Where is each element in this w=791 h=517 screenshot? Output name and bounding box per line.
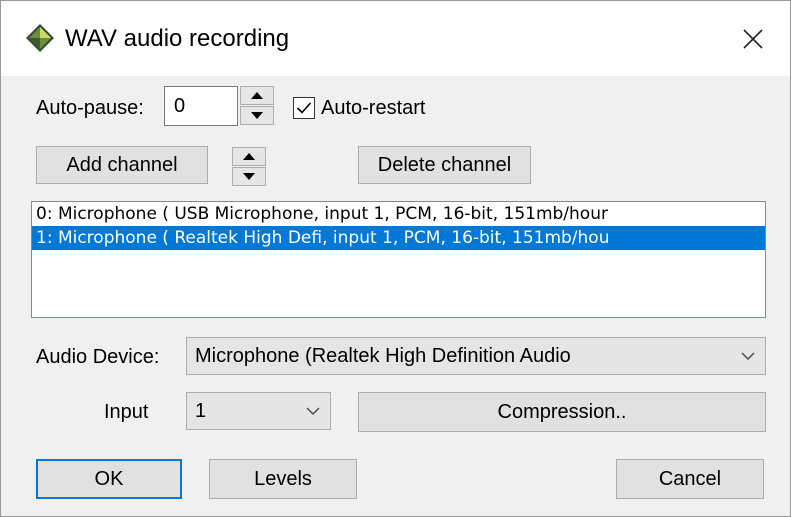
list-item-selected[interactable]: 1: Microphone ( Realtek High Defi, input… [32, 226, 765, 250]
cancel-button[interactable]: Cancel [616, 459, 764, 499]
arrow-down-icon [243, 173, 255, 180]
auto-restart-label: Auto-restart [321, 97, 426, 119]
auto-pause-spinner[interactable] [240, 86, 274, 125]
auto-pause-up-button[interactable] [240, 86, 274, 105]
title-bar: WAV audio recording [1, 1, 790, 76]
input-dropdown[interactable]: 1 [186, 392, 331, 430]
app-diamond-icon [26, 24, 54, 52]
window-title: WAV audio recording [65, 25, 290, 52]
audio-device-value: Microphone (Realtek High Definition Audi… [195, 345, 571, 367]
channel-list[interactable]: 0: Microphone ( USB Microphone, input 1,… [31, 201, 766, 318]
auto-pause-label: Auto-pause: [36, 97, 144, 119]
input-label: Input [104, 401, 149, 423]
checkmark-icon [296, 102, 312, 114]
compression-button[interactable]: Compression.. [358, 392, 766, 432]
chevron-down-icon [741, 352, 755, 360]
channel-order-spinner[interactable] [232, 147, 266, 186]
ok-button[interactable]: OK [36, 459, 182, 499]
list-item[interactable]: 0: Microphone ( USB Microphone, input 1,… [32, 202, 765, 226]
dialog-window: WAV audio recording Auto-pause: 0 Auto-r… [0, 0, 791, 517]
chevron-down-icon [306, 407, 320, 415]
close-icon [743, 29, 763, 49]
channel-move-down-button[interactable] [232, 167, 266, 186]
delete-channel-button[interactable]: Delete channel [358, 146, 531, 184]
channel-move-up-button[interactable] [232, 147, 266, 166]
auto-restart-checkbox[interactable] [293, 97, 315, 119]
auto-pause-down-button[interactable] [240, 106, 274, 125]
auto-pause-input[interactable]: 0 [164, 86, 238, 126]
arrow-up-icon [251, 92, 263, 99]
arrow-down-icon [251, 112, 263, 119]
input-value: 1 [195, 400, 207, 422]
add-channel-button[interactable]: Add channel [36, 146, 208, 184]
arrow-up-icon [243, 153, 255, 160]
levels-button[interactable]: Levels [209, 459, 357, 499]
audio-device-label: Audio Device: [36, 346, 160, 368]
close-button[interactable] [731, 19, 775, 59]
audio-device-dropdown[interactable]: Microphone (Realtek High Definition Audi… [186, 337, 766, 375]
